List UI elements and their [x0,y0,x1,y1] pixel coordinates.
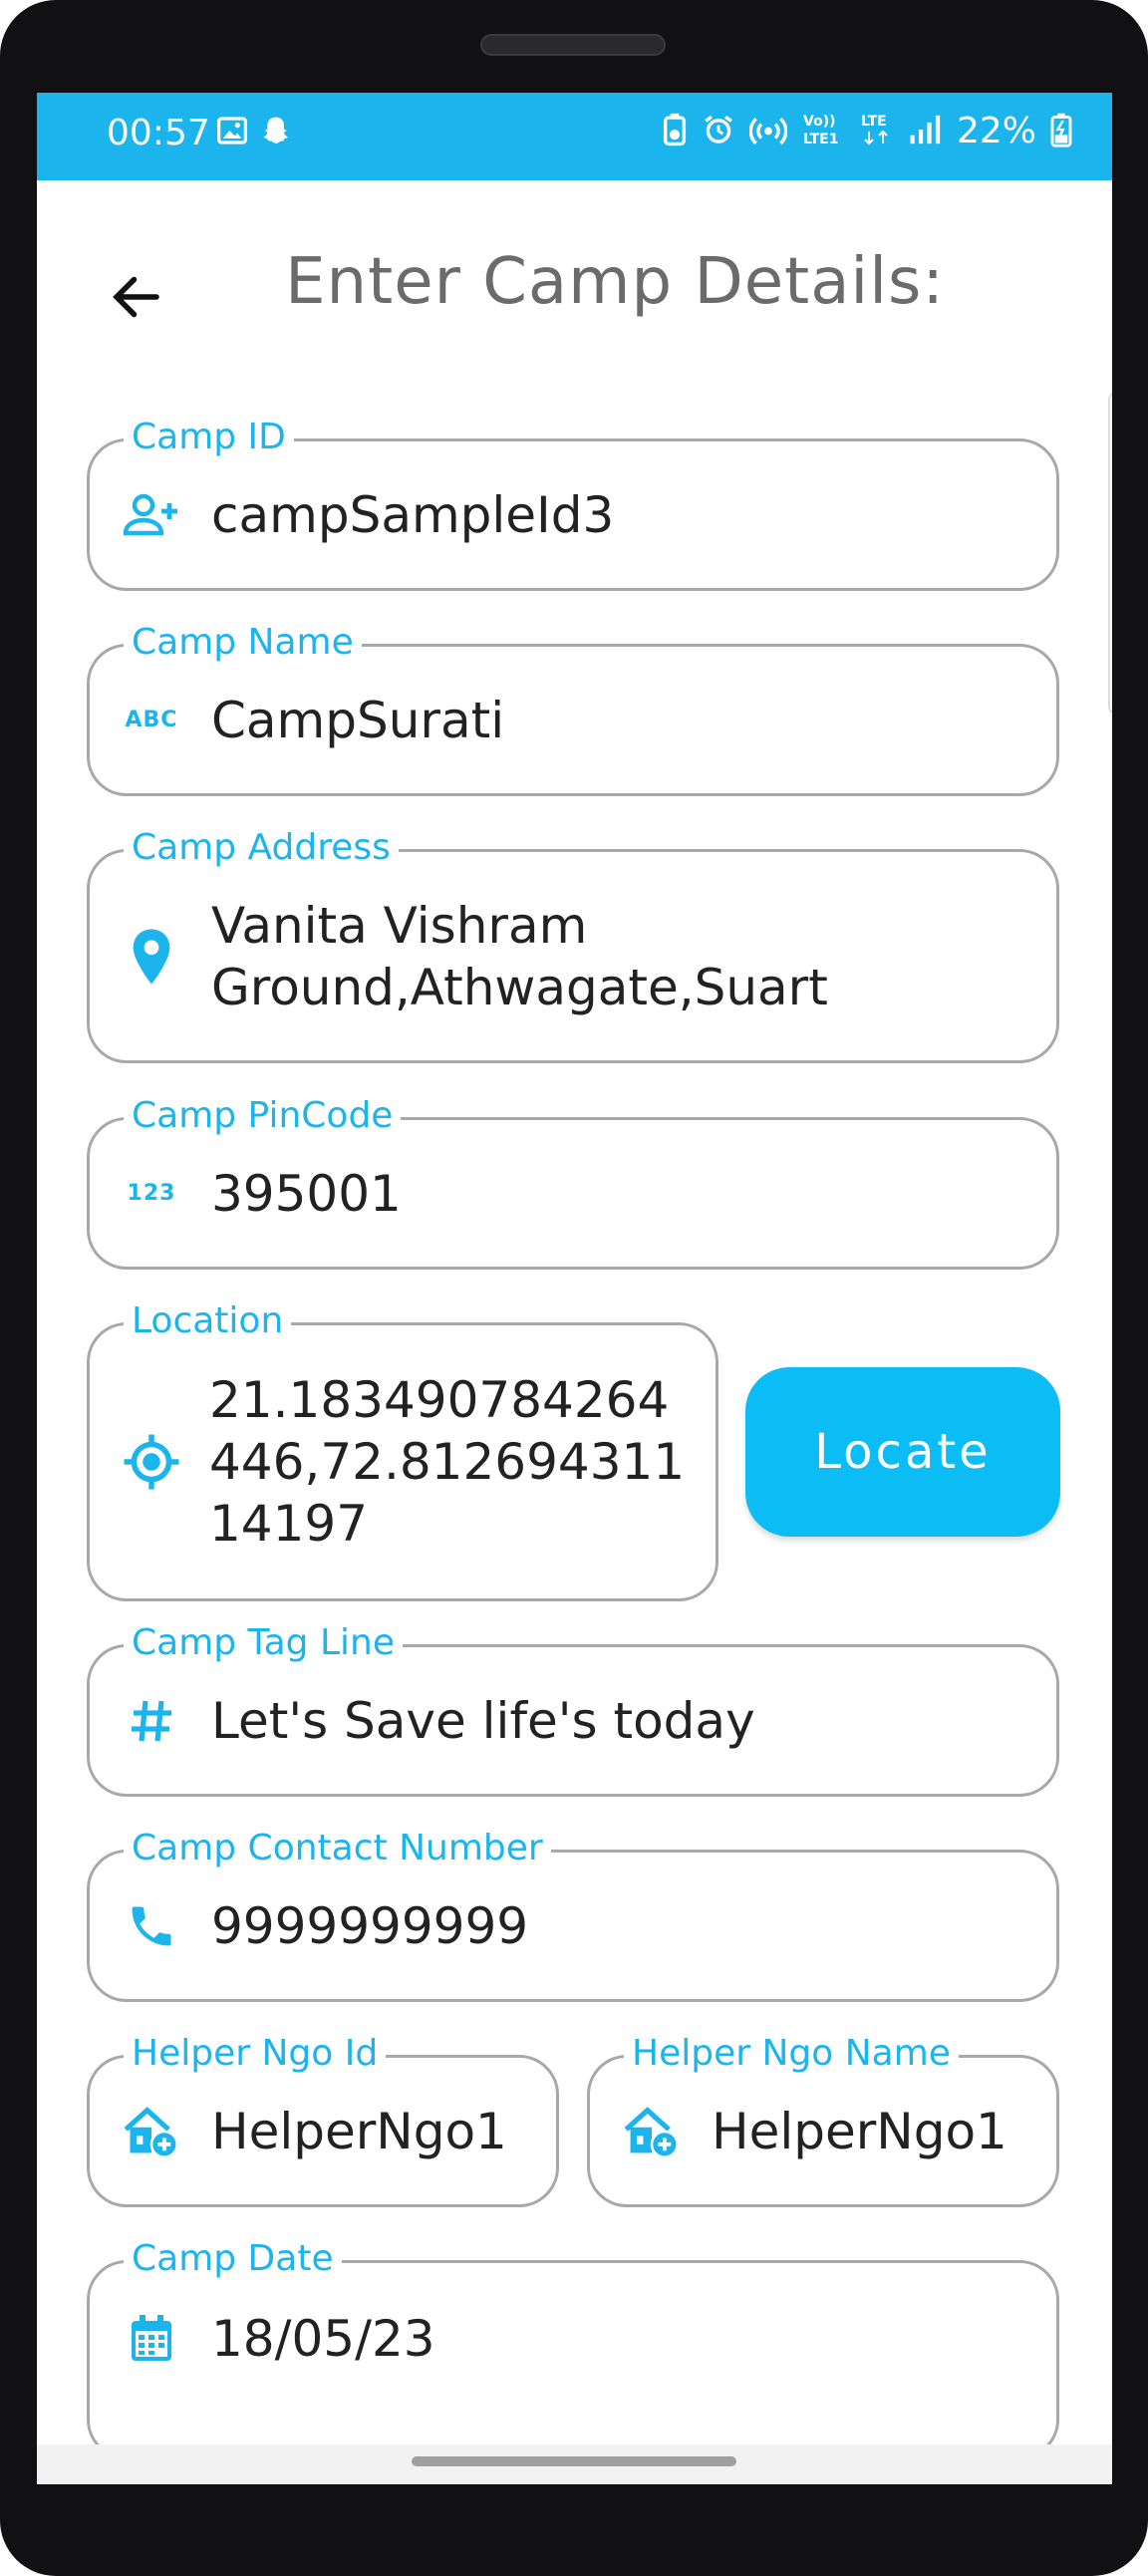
camp-date-field[interactable]: Camp Date 18/05/23 [87,2237,1059,2459]
phone-frame: 00:57 Vo)) LTE1 LTE 22% Enter Camp Detai… [0,0,1148,2576]
status-right-icons: Vo)) LTE1 LTE 22% [662,111,1072,151]
helper-ngo-id-label: Helper Ngo Id [124,2032,387,2076]
camp-pincode-input[interactable]: 395001 [211,1163,1026,1225]
battery-percent: 22% [956,111,1036,151]
location-input[interactable]: 21.183490784264446,72.81269431114197 [209,1369,686,1555]
camp-contact-field[interactable]: Camp Contact Number 9999999999 [87,1827,1059,2002]
helper-ngo-id-input[interactable]: HelperNgo1 [211,2101,526,2162]
camp-contact-input[interactable]: 9999999999 [211,1895,1026,1957]
calendar-icon [122,2309,181,2369]
camp-address-label: Camp Address [124,826,399,870]
gps-fixed-icon [122,1432,181,1492]
add-home-icon [122,2102,181,2161]
location-label: Location [124,1299,292,1343]
status-time: 00:57 [107,113,210,153]
app-screen: 00:57 Vo)) LTE1 LTE 22% Enter Camp Detai… [37,93,1112,2484]
battery-saver-icon [662,113,688,150]
helper-ngo-name-field[interactable]: Helper Ngo Name HelperNgo1 [587,2032,1059,2207]
phone-speaker [480,34,666,56]
helper-ngo-name-input[interactable]: HelperNgo1 [712,2101,1026,2162]
camp-name-input[interactable]: CampSurati [211,690,1026,751]
person-add-icon [122,485,181,545]
camp-tag-line-label: Camp Tag Line [124,1621,403,1665]
camp-date-input[interactable]: 18/05/23 [211,2308,1026,2370]
image-icon [216,115,248,150]
abc-icon: ABC [125,708,178,732]
location-field[interactable]: Location 21.183490784264446,72.812694311… [87,1299,718,1601]
helper-ngo-name-label: Helper Ngo Name [624,2032,959,2076]
snapchat-icon [260,115,292,150]
svg-text:LTE: LTE [861,114,887,130]
camp-address-field[interactable]: Camp Address Vanita Vishram Ground,Athwa… [87,826,1059,1063]
camp-tag-line-input[interactable]: Let's Save life's today [211,1690,1026,1752]
camp-address-input[interactable]: Vanita Vishram Ground,Athwagate,Suart [211,895,1026,1018]
camp-pincode-label: Camp PinCode [124,1094,402,1138]
camp-date-label: Camp Date [124,2237,342,2281]
lte-icon: LTE [859,112,895,151]
svg-text:LTE1: LTE1 [803,132,838,147]
navigation-bar [37,2444,1112,2484]
camp-tag-line-field[interactable]: Camp Tag Line Let's Save life's today [87,1621,1059,1797]
phone-icon [122,1896,181,1956]
numeric-icon: 123 [127,1181,176,1206]
location-pin-icon [122,927,181,987]
svg-text:Vo)): Vo)) [803,114,835,130]
camp-id-field[interactable]: Camp ID campSampleId3 [87,416,1059,591]
camp-name-label: Camp Name [124,621,362,665]
add-home-icon [622,2102,682,2161]
status-bar: 00:57 Vo)) LTE1 LTE 22% [37,93,1112,180]
camp-name-field[interactable]: Camp Name ABC CampSurati [87,621,1059,796]
camp-id-input[interactable]: campSampleId3 [211,484,1026,546]
home-gesture-bar[interactable] [412,2456,736,2466]
camp-contact-label: Camp Contact Number [124,1827,551,1870]
camp-id-label: Camp ID [124,416,294,459]
battery-charging-icon [1050,112,1072,151]
locate-button[interactable]: Locate [745,1367,1060,1537]
status-left-icons [216,115,292,150]
volte-icon: Vo)) LTE1 [801,112,845,151]
helper-ngo-id-field[interactable]: Helper Ngo Id HelperNgo1 [87,2032,559,2207]
hotspot-icon [748,113,788,150]
hashtag-icon [122,1691,181,1751]
alarm-icon [702,113,735,150]
page-title: Enter Camp Details: [285,245,945,319]
scroll-indicator [1108,392,1112,715]
signal-icon [909,114,943,149]
camp-pincode-field[interactable]: Camp PinCode 123 395001 [87,1094,1059,1270]
